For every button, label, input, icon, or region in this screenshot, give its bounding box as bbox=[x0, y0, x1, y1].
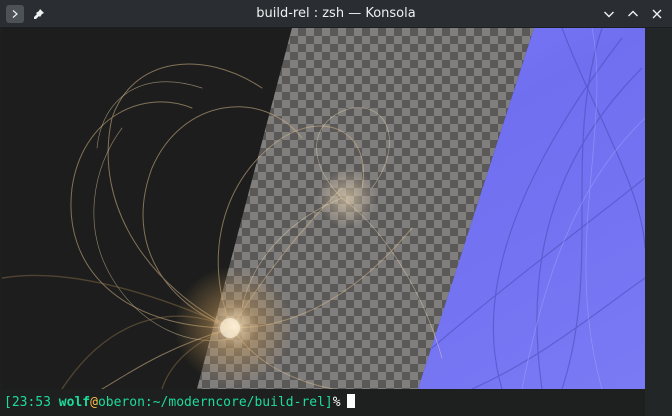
prompt-open-bracket: [ bbox=[4, 395, 12, 410]
maximize-icon[interactable] bbox=[624, 5, 642, 23]
prompt-sign: % bbox=[332, 395, 341, 410]
terminal-view[interactable]: [23:53 wolf@oberon:~/moderncore/build-re… bbox=[0, 28, 672, 416]
terminal-background-image bbox=[2, 28, 645, 389]
prompt-user: wolf bbox=[58, 395, 91, 410]
prompt-close-bracket: ] bbox=[324, 395, 333, 410]
window-menu-icon[interactable] bbox=[6, 5, 24, 23]
konsole-window: build-rel : zsh — Konsola [23:53 wolf@ob… bbox=[0, 0, 672, 416]
window-title: build-rel : zsh — Konsola bbox=[256, 6, 416, 21]
prompt-colon: : bbox=[144, 395, 153, 410]
prompt-at-sign: @ bbox=[90, 395, 98, 410]
prompt-host: oberon bbox=[97, 395, 145, 410]
shell-prompt[interactable]: [23:53 wolf@oberon:~/moderncore/build-re… bbox=[4, 394, 355, 412]
close-icon[interactable] bbox=[648, 5, 666, 23]
minimize-icon[interactable] bbox=[600, 5, 618, 23]
prompt-path: ~/moderncore/build-rel bbox=[152, 395, 325, 410]
text-cursor bbox=[346, 394, 355, 408]
title-bar[interactable]: build-rel : zsh — Konsola bbox=[0, 0, 672, 28]
terminal-scrollbar[interactable] bbox=[645, 28, 672, 416]
pin-icon[interactable] bbox=[30, 5, 48, 23]
prompt-time: 23:53 bbox=[11, 395, 51, 410]
